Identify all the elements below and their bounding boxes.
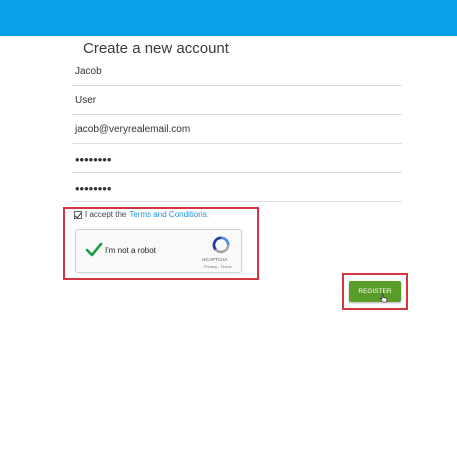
hand-cursor-icon xyxy=(380,293,388,303)
first-name-field[interactable]: Jacob xyxy=(72,64,402,86)
captcha-brand: reCAPTCHA xyxy=(202,257,228,262)
email-field[interactable]: jacob@veryrealemail.com xyxy=(72,122,402,144)
checkmark-icon[interactable] xyxy=(85,241,103,259)
page-title: Create a new account xyxy=(83,40,229,57)
confirm-password-field[interactable]: •••••••• xyxy=(72,180,402,202)
terms-prefix: I accept the xyxy=(85,210,127,219)
password-field[interactable]: •••••••• xyxy=(72,151,402,173)
terms-link[interactable]: Terms and Conditions. xyxy=(129,210,209,219)
recaptcha-widget: I'm not a robot reCAPTCHA Privacy - Term… xyxy=(75,229,242,273)
captcha-label: I'm not a robot xyxy=(105,246,156,255)
terms-row: I accept the Terms and Conditions. xyxy=(74,210,209,219)
recaptcha-logo-icon xyxy=(212,236,230,254)
terms-checkbox[interactable] xyxy=(74,210,82,219)
register-button[interactable]: REGISTER xyxy=(349,281,401,302)
top-app-bar xyxy=(0,0,457,36)
last-name-field[interactable]: User xyxy=(72,93,402,115)
captcha-privacy-terms[interactable]: Privacy - Terms xyxy=(204,264,231,269)
